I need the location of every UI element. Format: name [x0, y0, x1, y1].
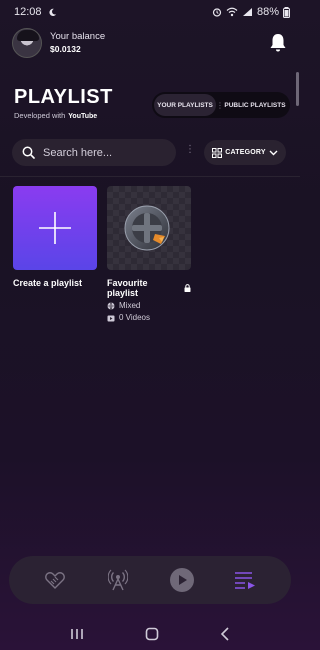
videos-meta: 0 Videos	[107, 313, 191, 322]
videos-count: 0 Videos	[119, 313, 150, 322]
header: Your balance $0.0132	[12, 26, 288, 60]
visibility-value: Mixed	[119, 301, 141, 310]
wifi-icon	[226, 7, 238, 17]
back-icon[interactable]	[220, 627, 230, 641]
tab-your-playlists[interactable]: YOUR PLAYLISTS	[154, 94, 216, 116]
search-bar[interactable]	[12, 139, 176, 166]
favourite-playlist-card[interactable]: Favourite playlist Mixed 0 Videos	[107, 186, 191, 322]
chevron-down-icon	[269, 150, 278, 155]
broadcast-icon	[108, 569, 129, 591]
video-icon	[107, 315, 115, 321]
lock-icon	[184, 284, 191, 292]
tab-public-playlists[interactable]: PUBLIC PLAYLISTS	[224, 94, 286, 116]
scrollbar[interactable]	[296, 72, 299, 106]
bottom-nav	[9, 556, 291, 604]
nav-handshake[interactable]	[41, 566, 69, 594]
create-playlist-card[interactable]: Create a playlist	[13, 186, 97, 288]
grid-icon	[212, 147, 222, 158]
playlist-tabs: YOUR PLAYLISTS ⋮ PUBLIC PLAYLISTS	[152, 92, 290, 118]
recent-apps-icon[interactable]	[70, 628, 84, 640]
moon-icon	[48, 8, 56, 16]
balance-label: Your balance	[50, 31, 106, 42]
search-input[interactable]	[43, 146, 163, 159]
handshake-icon	[44, 572, 65, 589]
more-options-icon[interactable]: ⋮	[185, 144, 195, 155]
page-title: PLAYLIST	[14, 86, 113, 108]
category-dropdown[interactable]: CATEGORY	[204, 140, 286, 165]
battery-icon	[283, 6, 290, 18]
play-icon	[169, 568, 194, 592]
create-playlist-thumbnail[interactable]	[13, 186, 97, 270]
create-playlist-label: Create a playlist	[13, 278, 97, 288]
alarm-icon	[212, 8, 222, 17]
signal-icon	[242, 8, 252, 16]
subtitle: Developed with YouTube	[14, 111, 113, 120]
globe-icon	[107, 301, 115, 310]
nav-playlist[interactable]	[231, 566, 259, 594]
search-icon	[22, 146, 35, 159]
category-label: CATEGORY	[225, 149, 266, 156]
divider	[0, 176, 300, 177]
balance-value: $0.0132	[50, 44, 81, 54]
tab-separator: ⋮	[216, 100, 224, 110]
favourite-playlist-title: Favourite playlist	[107, 278, 148, 298]
nav-broadcast[interactable]	[104, 566, 132, 594]
avatar[interactable]	[12, 28, 42, 58]
playlist-icon	[235, 572, 256, 589]
favourite-playlist-thumbnail[interactable]	[107, 186, 191, 270]
visibility-meta: Mixed	[107, 301, 191, 310]
status-bar: 12:08 88%	[0, 0, 300, 24]
favourite-playlist-label: Favourite playlist	[107, 278, 191, 298]
film-reel-icon	[124, 205, 170, 251]
nav-play[interactable]	[168, 566, 196, 594]
create-playlist-title: Create a playlist	[13, 278, 83, 288]
status-left: 12:08	[14, 6, 57, 18]
system-nav	[0, 618, 300, 650]
status-right: 88%	[212, 6, 290, 18]
title-block: PLAYLIST Developed with YouTube	[14, 86, 113, 120]
subtitle-prefix: Developed with	[14, 111, 66, 120]
balance: Your balance $0.0132	[50, 31, 105, 55]
bell-icon[interactable]	[268, 32, 288, 54]
youtube-logo: YouTube	[68, 113, 98, 120]
battery-percent: 88%	[256, 6, 279, 18]
status-time: 12:08	[14, 6, 42, 18]
home-icon[interactable]	[145, 627, 159, 641]
plus-icon	[39, 212, 71, 244]
